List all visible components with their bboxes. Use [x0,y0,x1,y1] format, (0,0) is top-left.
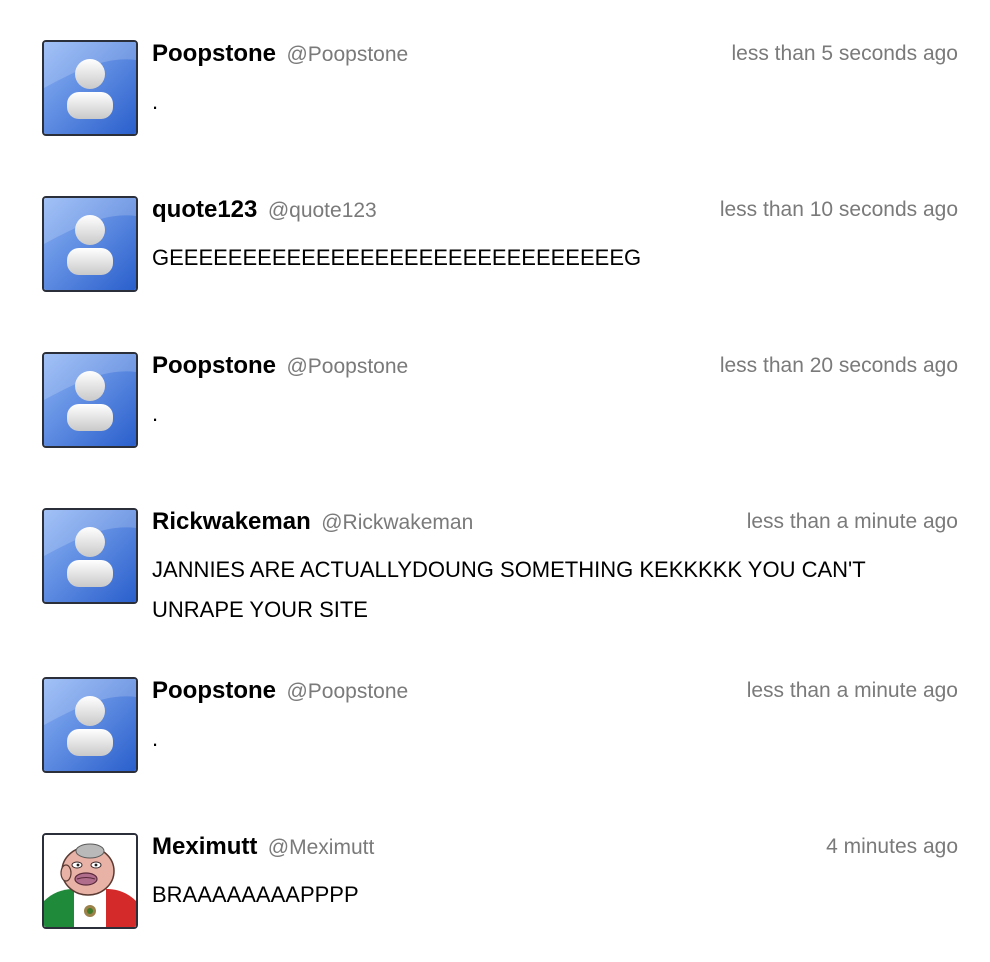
display-name[interactable]: Poopstone [152,40,276,67]
default-user-icon [44,679,136,771]
post-header: Poopstone @Poopstone less than 20 second… [152,352,958,382]
post-text: GEEEEEEEEEEEEEEEEEEEEEEEEEEEEEEEG [152,245,642,270]
default-user-icon [44,510,136,602]
display-name[interactable]: Poopstone [152,677,276,704]
post-header: Meximutt @Meximutt 4 minutes ago [152,833,958,863]
user-handle[interactable]: @quote123 [268,199,377,222]
user-handle[interactable]: @Poopstone [286,355,408,378]
cartoon-face-avatar-icon [44,835,136,927]
display-name[interactable]: Rickwakeman [152,508,311,535]
avatar[interactable] [42,677,138,773]
avatar[interactable] [42,352,138,448]
post-timestamp[interactable]: less than a minute ago [747,510,958,534]
post-header: quote123 @quote123 less than 10 seconds … [152,196,958,226]
default-user-icon [44,198,136,290]
post-timestamp[interactable]: less than 20 seconds ago [720,354,958,378]
post-header: Rickwakeman @Rickwakeman less than a min… [152,508,958,538]
display-name[interactable]: quote123 [152,196,257,223]
user-handle[interactable]: @Poopstone [286,680,408,703]
post-text: JANNIES ARE ACTUALLYDOUNG SOMETHING KEKK… [152,557,866,622]
avatar[interactable] [42,508,138,604]
user-handle[interactable]: @Meximutt [268,836,375,859]
avatar[interactable] [42,196,138,292]
post-text: . [152,726,159,751]
post-timestamp[interactable]: 4 minutes ago [826,835,958,859]
post-timestamp[interactable]: less than a minute ago [747,679,958,703]
default-user-icon [44,42,136,134]
avatar[interactable] [42,833,138,929]
post-text: . [152,401,159,426]
default-user-icon [44,354,136,446]
post-header: Poopstone @Poopstone less than a minute … [152,677,958,707]
display-name[interactable]: Poopstone [152,352,276,379]
avatar[interactable] [42,40,138,136]
post-text: BRAAAAAAAAPPPP [152,882,359,907]
post-timestamp[interactable]: less than 5 seconds ago [732,42,959,66]
user-handle[interactable]: @Poopstone [286,43,408,66]
user-handle[interactable]: @Rickwakeman [321,511,473,534]
display-name[interactable]: Meximutt [152,833,257,860]
post-feed: Poopstone @Poopstone less than 5 seconds… [0,0,990,962]
post-header: Poopstone @Poopstone less than 5 seconds… [152,40,958,70]
post-text: . [152,89,159,114]
post-timestamp[interactable]: less than 10 seconds ago [720,198,958,222]
